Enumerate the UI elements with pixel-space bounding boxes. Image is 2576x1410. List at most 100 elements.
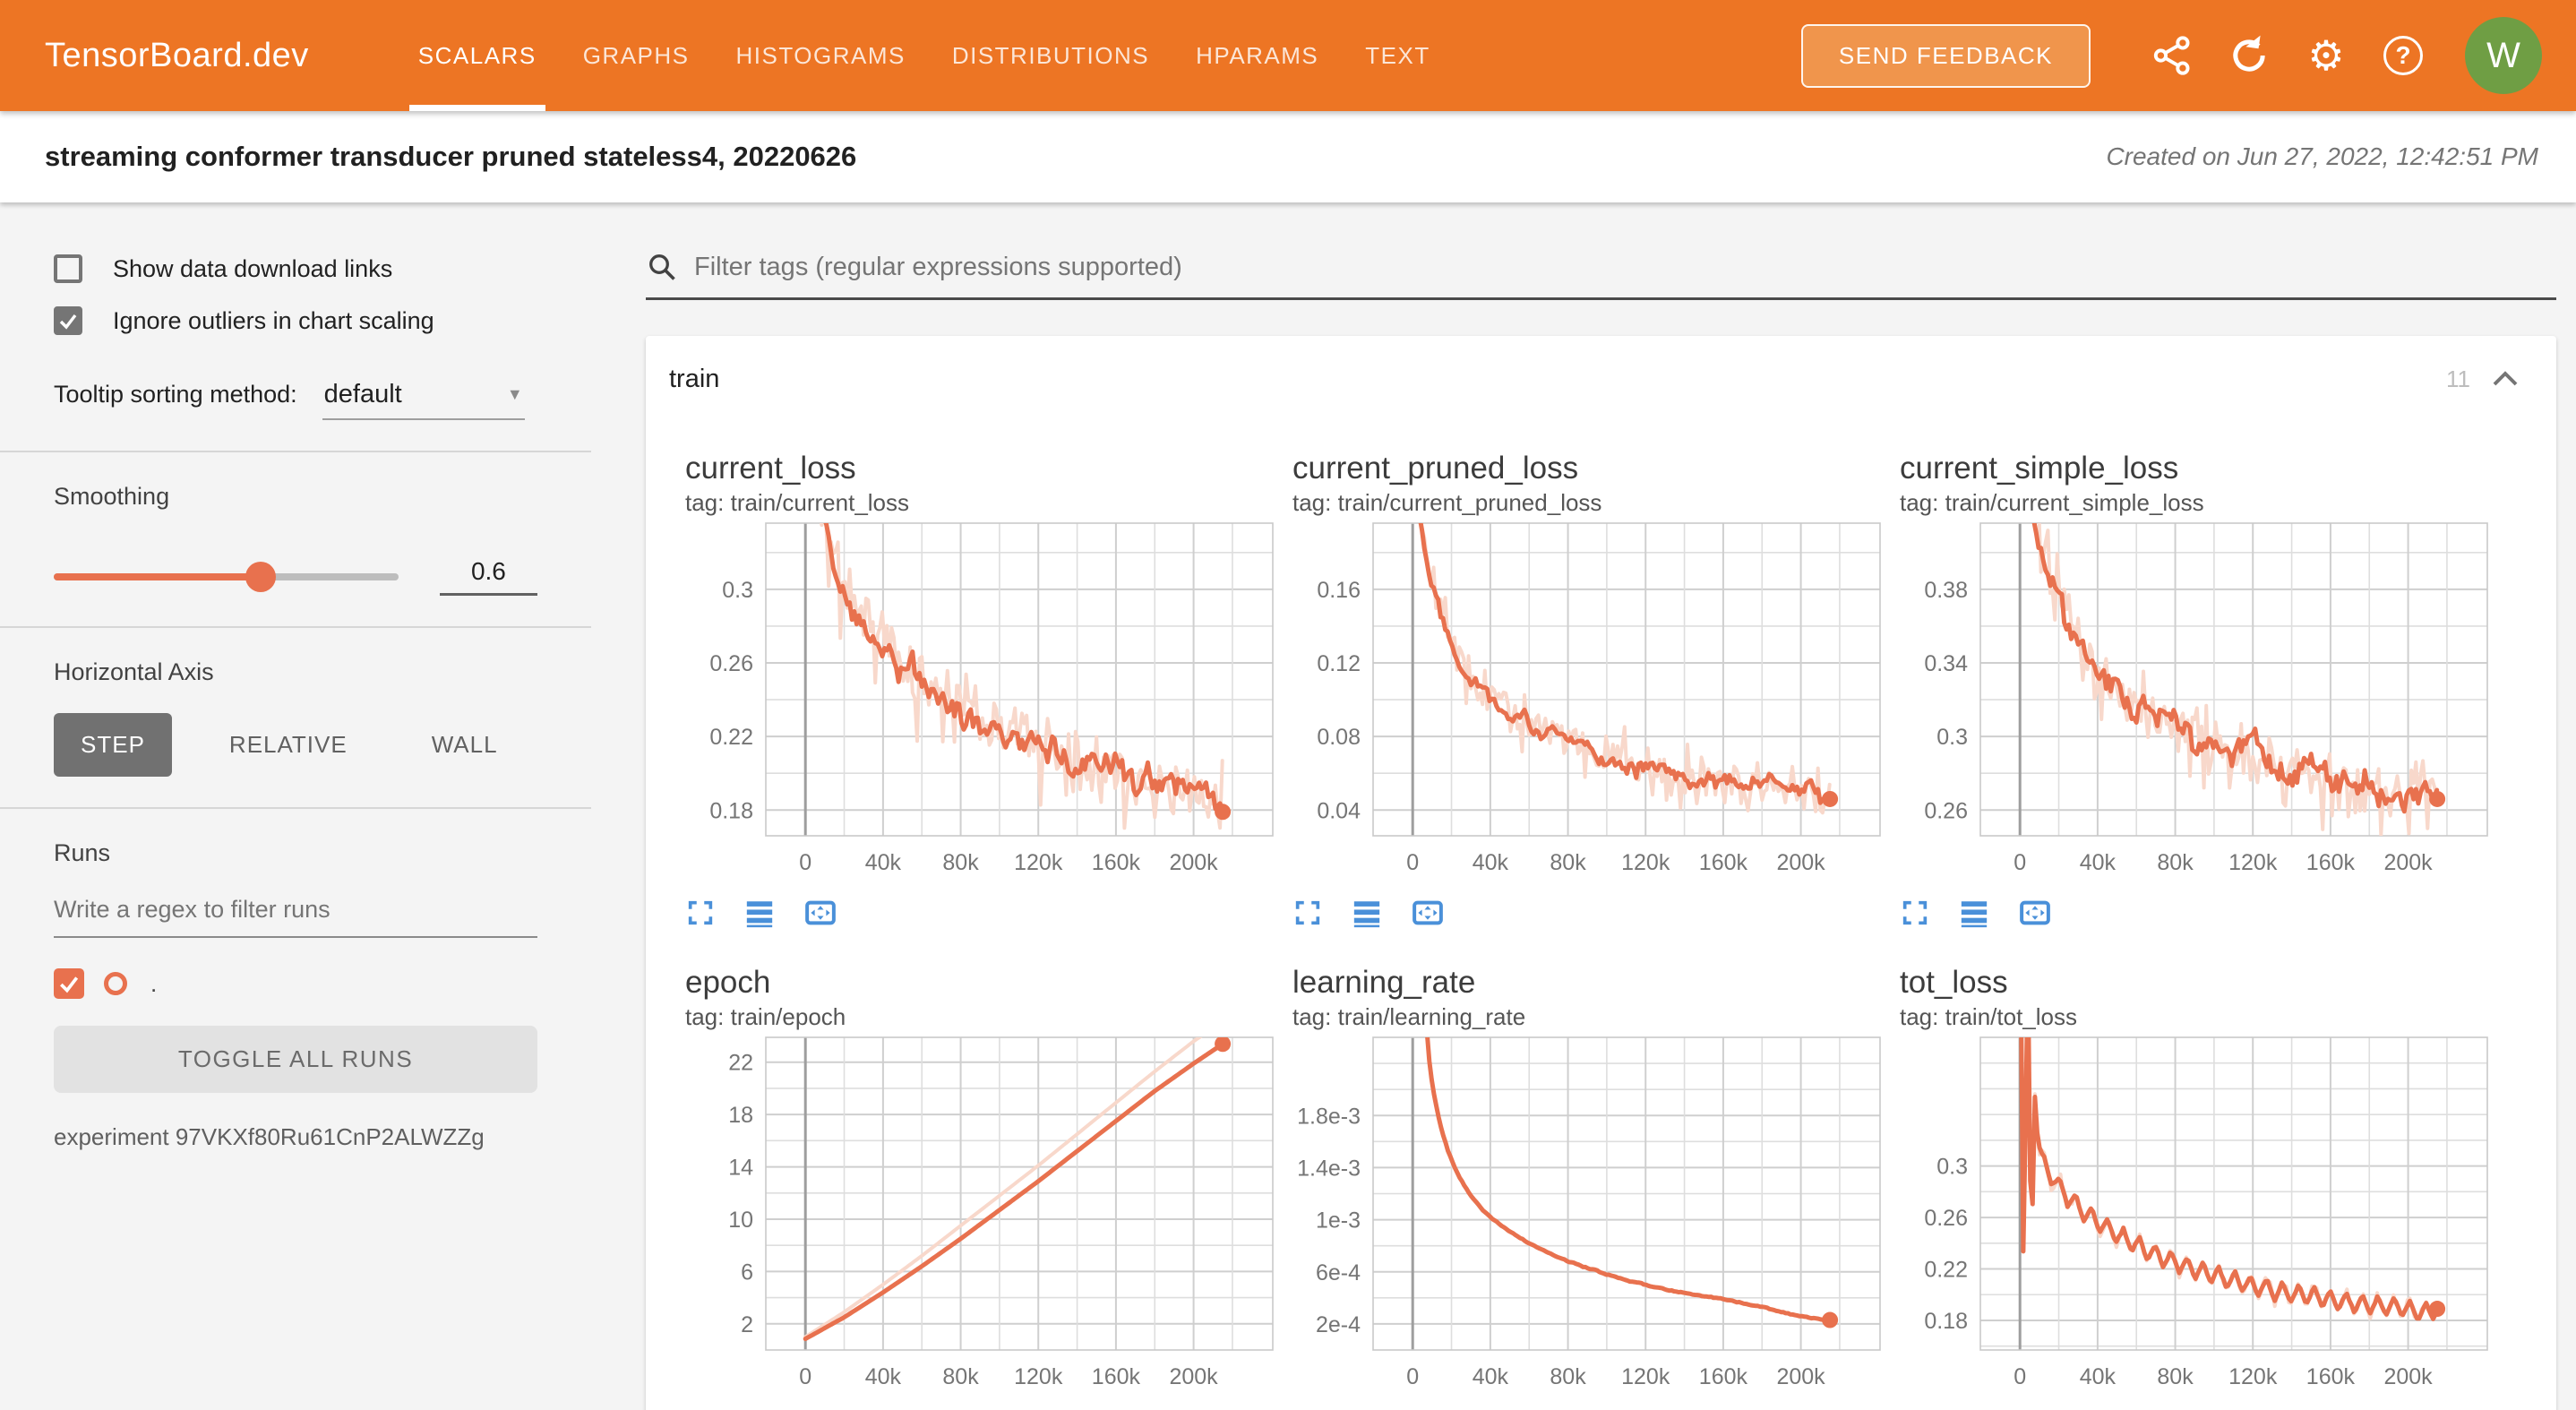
tooltip-sorting-select[interactable]: default ▼ xyxy=(322,378,525,420)
svg-text:0.22: 0.22 xyxy=(1924,1258,1968,1283)
svg-text:200k: 200k xyxy=(2383,1364,2433,1389)
chart-plot[interactable]: 0.260.30.340.38040k80k120k160k200k xyxy=(1900,520,2488,878)
smoothing-value[interactable]: 0.6 xyxy=(440,557,537,596)
share-icon[interactable] xyxy=(2142,26,2202,85)
show-download-links-checkbox[interactable]: Show data download links xyxy=(54,254,537,283)
ignore-outliers-checkbox[interactable]: Ignore outliers in chart scaling xyxy=(54,306,537,335)
tab-scalars[interactable]: SCALARS xyxy=(395,0,560,111)
chart-tag: tag: train/current_pruned_loss xyxy=(1292,488,1881,518)
axis-relative-button[interactable]: RELATIVE xyxy=(202,713,374,777)
maximize-icon[interactable] xyxy=(685,895,726,931)
svg-text:18: 18 xyxy=(728,1103,753,1128)
series-raw-line xyxy=(805,1035,1204,1337)
toggle-all-runs-button[interactable]: TOGGLE ALL RUNS xyxy=(54,1026,537,1093)
runs-table-icon[interactable] xyxy=(1352,895,1393,931)
chart-card: tot_losstag: train/tot_loss0.180.220.260… xyxy=(1900,963,2488,1410)
experiment-id: experiment 97VKXf80Ru61CnP2ALWZZg xyxy=(54,1123,537,1151)
dashboard-main: train 11 current_losstag: train/current_… xyxy=(591,202,2576,1410)
chart-card: learning_ratetag: train/learning_rate2e-… xyxy=(1292,963,1881,1410)
settings-icon[interactable]: ⚙ xyxy=(2297,26,2356,85)
svg-text:0: 0 xyxy=(1406,1364,1419,1389)
svg-text:2: 2 xyxy=(741,1312,753,1337)
chart-card: current_simple_losstag: train/current_si… xyxy=(1900,449,2488,931)
slider-thumb[interactable] xyxy=(245,562,276,592)
smoothing-slider[interactable] xyxy=(54,573,399,580)
fit-domain-icon[interactable] xyxy=(1411,895,1452,931)
svg-text:2e-4: 2e-4 xyxy=(1316,1312,1361,1337)
chart-title: current_simple_loss xyxy=(1900,449,2488,488)
runs-table-icon[interactable] xyxy=(744,895,786,931)
app-logo[interactable]: TensorBoard.dev xyxy=(45,37,309,75)
runs-table-icon[interactable] xyxy=(1959,895,2000,931)
svg-text:0: 0 xyxy=(799,1364,811,1389)
axis-step-button[interactable]: STEP xyxy=(54,713,172,777)
chart-tag: tag: train/tot_loss xyxy=(1900,1002,2488,1032)
sidebar-divider xyxy=(0,451,591,452)
tab-hparams[interactable]: HPARAMS xyxy=(1172,0,1342,111)
group-count-badge: 11 xyxy=(2446,365,2470,393)
chart-title: learning_rate xyxy=(1292,963,1881,1002)
chart-tag: tag: train/epoch xyxy=(685,1002,1274,1032)
svg-text:200k: 200k xyxy=(1169,1364,1218,1389)
app-bar: TensorBoard.dev SCALARS GRAPHS HISTOGRAM… xyxy=(0,0,2576,111)
svg-text:0.08: 0.08 xyxy=(1317,725,1361,750)
chart-plot[interactable]: 0.180.220.260.3040k80k120k160k200k xyxy=(685,520,1274,878)
filter-tags-input[interactable] xyxy=(694,253,2556,282)
run-name: . xyxy=(150,970,157,998)
chevron-up-icon[interactable] xyxy=(2490,368,2520,390)
help-icon[interactable]: ? xyxy=(2374,26,2433,85)
svg-text:160k: 160k xyxy=(1092,850,1141,875)
slider-fill xyxy=(54,573,261,580)
maximize-icon[interactable] xyxy=(1900,895,1941,931)
fit-domain-icon[interactable] xyxy=(803,895,845,931)
svg-text:0.38: 0.38 xyxy=(1924,578,1968,603)
run-color-swatch-icon xyxy=(104,972,127,995)
refresh-icon[interactable] xyxy=(2220,26,2279,85)
chart-card: epochtag: train/epoch2610141822040k80k12… xyxy=(685,963,1274,1410)
svg-text:120k: 120k xyxy=(1014,1364,1063,1389)
chart-card: current_losstag: train/current_loss0.180… xyxy=(685,449,1274,931)
chart-toolbar xyxy=(1900,895,2488,931)
maximize-icon[interactable] xyxy=(1292,895,1334,931)
tab-histograms[interactable]: HISTOGRAMS xyxy=(713,0,929,111)
horizontal-axis-label: Horizontal Axis xyxy=(54,658,537,686)
show-download-links-label: Show data download links xyxy=(113,255,392,283)
chart-plot[interactable]: 2610141822040k80k120k160k200k xyxy=(685,1034,1274,1392)
question-mark: ? xyxy=(2383,36,2423,75)
svg-text:120k: 120k xyxy=(2228,1364,2278,1389)
svg-text:10: 10 xyxy=(728,1208,753,1233)
chart-plot[interactable]: 2e-46e-41e-31.4e-31.8e-3040k80k120k160k2… xyxy=(1292,1034,1881,1392)
runs-filter-input[interactable] xyxy=(54,887,537,938)
svg-text:160k: 160k xyxy=(2306,1364,2356,1389)
series-smoothed-line xyxy=(2021,1034,2435,1319)
send-feedback-button[interactable]: SEND FEEDBACK xyxy=(1801,24,2091,88)
svg-text:40k: 40k xyxy=(865,1364,902,1389)
svg-text:160k: 160k xyxy=(1699,1364,1748,1389)
sidebar-divider xyxy=(0,807,591,809)
chevron-down-icon: ▼ xyxy=(507,385,523,404)
tab-distributions[interactable]: DISTRIBUTIONS xyxy=(929,0,1172,111)
svg-text:0.18: 0.18 xyxy=(1924,1309,1968,1334)
chart-toolbar xyxy=(685,895,1274,931)
run-checkbox[interactable] xyxy=(54,968,84,999)
svg-text:40k: 40k xyxy=(2080,1364,2117,1389)
tab-graphs[interactable]: GRAPHS xyxy=(560,0,713,111)
fit-domain-icon[interactable] xyxy=(2018,895,2059,931)
svg-text:160k: 160k xyxy=(1092,1364,1141,1389)
axis-wall-button[interactable]: WALL xyxy=(405,713,525,777)
chart-toolbar xyxy=(1292,895,1881,931)
chart-tag: tag: train/learning_rate xyxy=(1292,1002,1881,1032)
svg-text:80k: 80k xyxy=(2157,850,2194,875)
chart-tag: tag: train/current_loss xyxy=(685,488,1274,518)
chart-plot[interactable]: 0.180.220.260.3040k80k120k160k200k xyxy=(1900,1034,2488,1392)
train-group-header[interactable]: train 11 xyxy=(646,336,2556,422)
tab-text[interactable]: TEXT xyxy=(1342,0,1453,111)
avatar[interactable]: W xyxy=(2465,17,2542,94)
svg-text:0.04: 0.04 xyxy=(1317,798,1361,823)
chart-plot[interactable]: 0.040.080.120.16040k80k120k160k200k xyxy=(1292,520,1881,878)
svg-text:22: 22 xyxy=(728,1051,753,1076)
svg-text:0.3: 0.3 xyxy=(722,578,753,603)
charts-grid: current_losstag: train/current_loss0.180… xyxy=(646,422,2556,1410)
svg-text:160k: 160k xyxy=(1699,850,1748,875)
settings-sidebar: Show data download links Ignore outliers… xyxy=(0,202,591,1410)
